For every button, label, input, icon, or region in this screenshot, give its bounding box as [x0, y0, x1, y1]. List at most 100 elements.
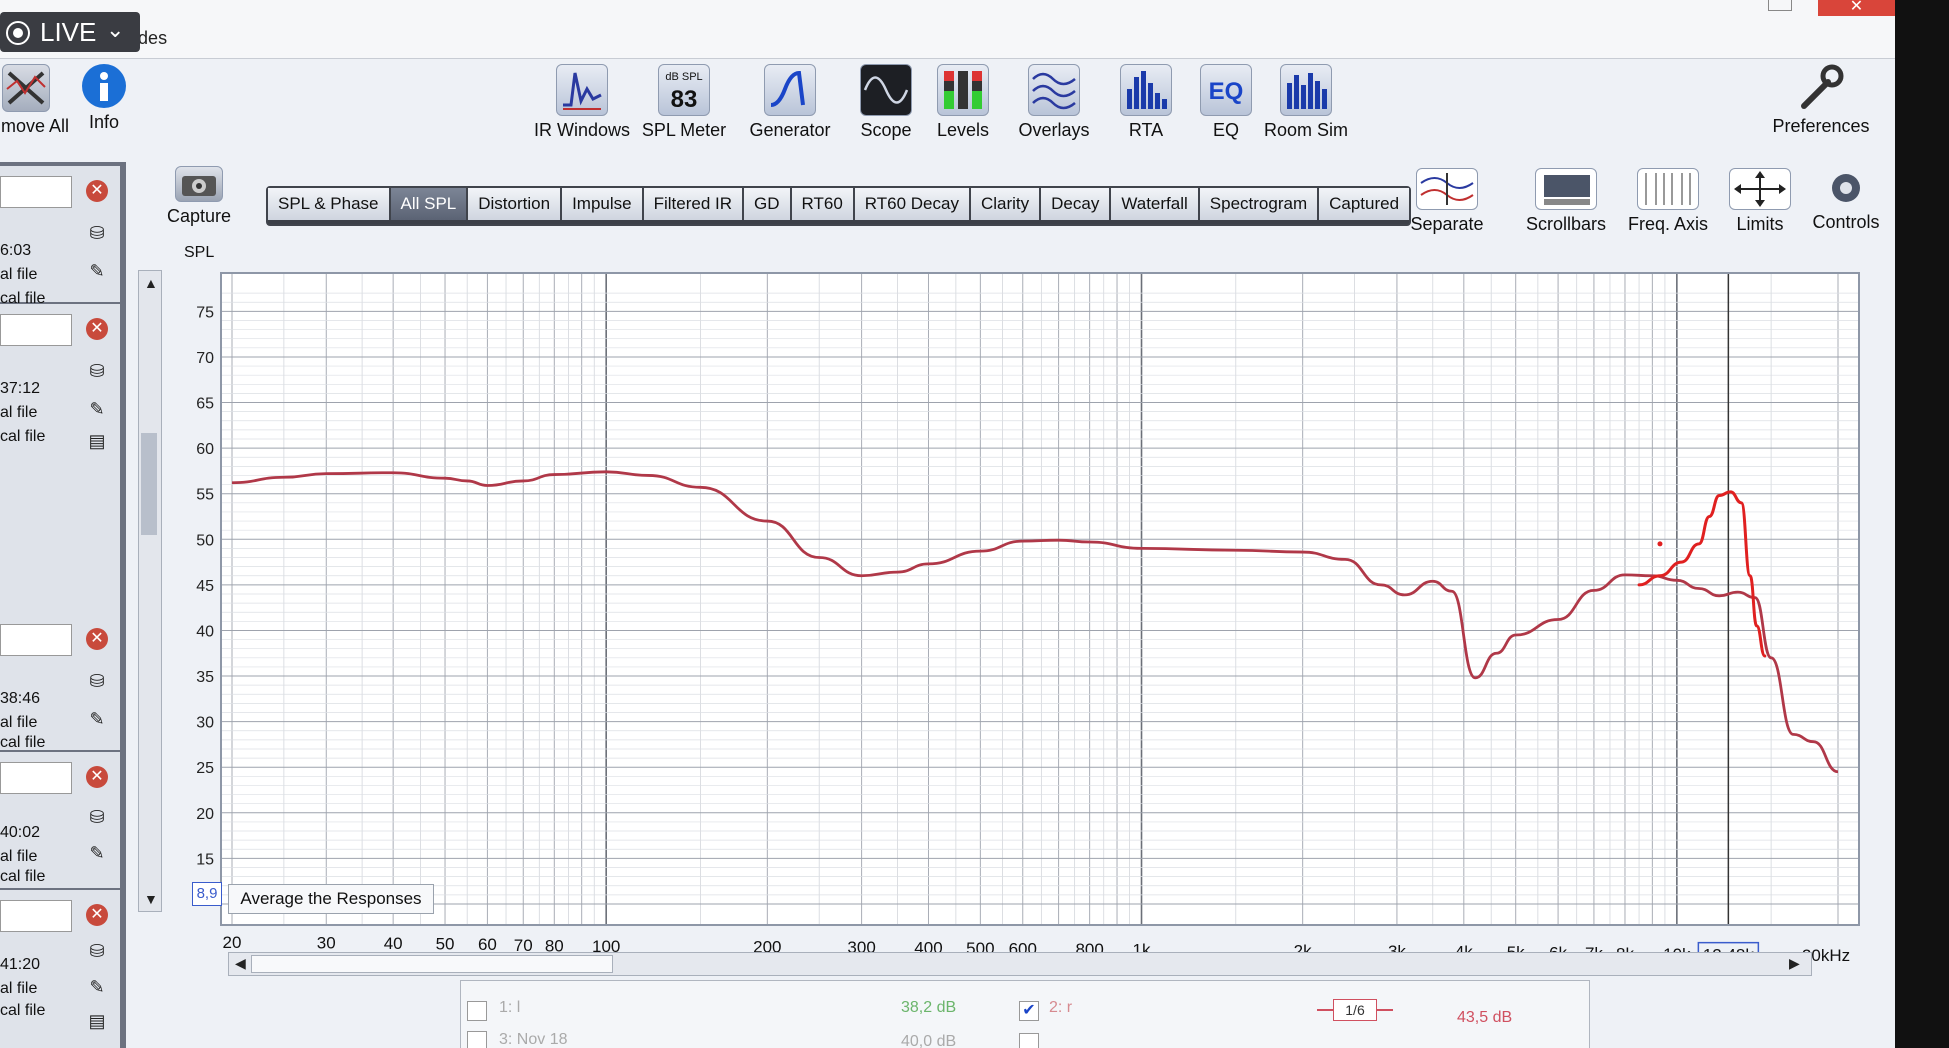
row2-name: 2: r [1049, 999, 1073, 1016]
spl-graph[interactable] [220, 272, 1860, 926]
measurement-time: 37:12 [0, 380, 41, 397]
y-tick-label: 15 [196, 851, 214, 868]
controls-button[interactable]: Controls [1806, 168, 1886, 233]
save-icon[interactable]: ⛁ [86, 808, 108, 826]
measurement-time: 6:03 [0, 242, 32, 259]
measurement-time: 40:02 [0, 824, 41, 841]
spl-meter-button[interactable]: dB SPL 83 SPL Meter [640, 64, 728, 141]
room-sim-label: Room Sim [1264, 120, 1349, 140]
freq-axis-label: Freq. Axis [1627, 214, 1709, 234]
pen-icon[interactable]: ✎ [86, 978, 108, 996]
measurement-name-field[interactable] [0, 176, 72, 208]
info-icon [82, 64, 126, 108]
measurement-item[interactable]: ✕ 38:46 al file cal file ⛁ ✎ [0, 614, 120, 752]
tab-captured[interactable]: Captured [1319, 188, 1410, 220]
remove-all-button[interactable]: move All [0, 64, 70, 137]
notes-icon[interactable]: ▤ [86, 432, 108, 450]
measurement-item[interactable]: ✕ 37:12 al file cal file ⛁ ✎ ▤ [0, 304, 120, 638]
save-icon[interactable]: ⛁ [86, 942, 108, 960]
rta-label: RTA [1128, 120, 1164, 140]
measurement-item[interactable]: ✕ 41:20 al file cal file ⛁ ✎ ▤ [0, 890, 120, 1048]
measurement-name-field[interactable] [0, 624, 72, 656]
freq-axis-button[interactable]: Freq. Axis [1622, 168, 1714, 235]
y-tick-label: 30 [196, 715, 214, 732]
separate-button[interactable]: Separate [1402, 168, 1492, 235]
measurement-name-field[interactable] [0, 900, 72, 932]
y-tick-label: 50 [196, 532, 214, 549]
chevron-down-icon: ⌄ [106, 17, 125, 42]
row1-checkbox[interactable] [467, 1001, 487, 1021]
row2-smoothing[interactable]: 1/6 [1333, 999, 1377, 1021]
tab-waterfall[interactable]: Waterfall [1111, 188, 1200, 220]
camera-icon [175, 166, 223, 202]
ir-windows-button[interactable]: IR Windows [530, 64, 634, 141]
scroll-left-icon[interactable]: ◀ [235, 955, 246, 972]
measurement-name-field[interactable] [0, 762, 72, 794]
tab-clarity[interactable]: Clarity [970, 188, 1042, 220]
preferences-label: Preferences [1772, 116, 1870, 136]
average-responses-button[interactable]: Average the Responses [228, 884, 434, 914]
remove-measurement-icon[interactable]: ✕ [86, 180, 108, 202]
capture-button[interactable]: Capture [164, 166, 234, 227]
pen-icon[interactable]: ✎ [86, 400, 108, 418]
row2-checkbox[interactable]: ✔ [1019, 1001, 1039, 1021]
tab-all-spl[interactable]: All SPL [390, 188, 469, 220]
close-button[interactable]: ✕ [1818, 0, 1895, 16]
smoothing-value[interactable]: 8,9 [192, 882, 222, 906]
tab-decay[interactable]: Decay [1041, 188, 1112, 220]
scroll-right-icon[interactable]: ▶ [1789, 955, 1800, 972]
limits-button[interactable]: Limits [1722, 168, 1798, 235]
generator-button[interactable]: Generator [744, 64, 836, 141]
scroll-down-icon[interactable]: ▼ [144, 891, 158, 907]
row3-checkbox[interactable] [467, 1031, 487, 1048]
measurement-time: 38:46 [0, 690, 41, 707]
levels-label: Levels [936, 120, 990, 140]
tab-spl-phase[interactable]: SPL & Phase [268, 188, 391, 220]
y-axis-label: SPL [184, 244, 215, 261]
tab-distortion[interactable]: Distortion [468, 188, 563, 220]
info-button[interactable]: Info [78, 64, 130, 133]
notes-icon[interactable]: ▤ [86, 1012, 108, 1030]
restore-button[interactable] [1768, 0, 1792, 11]
eq-button[interactable]: EQ EQ [1196, 64, 1256, 141]
save-icon[interactable]: ⛁ [86, 224, 108, 242]
tab-spectrogram[interactable]: Spectrogram [1199, 188, 1320, 220]
row4-checkbox[interactable] [1019, 1033, 1039, 1048]
horizontal-scroll-thumb[interactable] [251, 955, 613, 973]
overlays-button[interactable]: Overlays [1008, 64, 1100, 141]
remove-measurement-icon[interactable]: ✕ [86, 628, 108, 650]
gear-icon [1825, 168, 1867, 208]
vertical-scroll-thumb[interactable] [141, 433, 157, 535]
tab-rt60-decay[interactable]: RT60 Decay [854, 188, 971, 220]
rta-button[interactable]: RTA [1118, 64, 1174, 141]
live-badge[interactable]: LIVE ⌄ [0, 12, 140, 52]
spl-meter-label: SPL Meter [641, 120, 727, 140]
remove-measurement-icon[interactable]: ✕ [86, 766, 108, 788]
remove-measurement-icon[interactable]: ✕ [86, 318, 108, 340]
y-tick-label: 25 [196, 760, 214, 777]
scroll-up-icon[interactable]: ▲ [144, 275, 158, 291]
controls-label: Controls [1812, 212, 1880, 232]
tab-impulse[interactable]: Impulse [562, 188, 644, 220]
save-icon[interactable]: ⛁ [86, 362, 108, 380]
measurement-item[interactable]: ✕ 6:03 al file cal file ⛁ ✎ [0, 166, 120, 307]
tab-rt60[interactable]: RT60 [791, 188, 855, 220]
pen-icon[interactable]: ✎ [86, 710, 108, 728]
levels-button[interactable]: Levels [930, 64, 996, 141]
measurement-item[interactable]: ✕ 40:02 al file cal file ⛁ ✎ [0, 752, 120, 890]
scope-button[interactable]: Scope [852, 64, 920, 141]
graph-horizontal-scrollbar[interactable]: ◀ ▶ [228, 952, 1812, 976]
graph-vertical-scrollbar[interactable]: ▲ ▼ [138, 270, 162, 912]
save-icon[interactable]: ⛁ [86, 672, 108, 690]
measurement-cal-line2: cal file [0, 1002, 46, 1019]
preferences-button[interactable]: Preferences [1762, 62, 1880, 137]
overlays-label: Overlays [1018, 120, 1090, 140]
measurement-name-field[interactable] [0, 314, 72, 346]
tab-gd[interactable]: GD [744, 188, 792, 220]
tab-filtered-ir[interactable]: Filtered IR [643, 188, 745, 220]
pen-icon[interactable]: ✎ [86, 262, 108, 280]
remove-measurement-icon[interactable]: ✕ [86, 904, 108, 926]
room-sim-button[interactable]: Room Sim [1264, 64, 1348, 141]
scrollbars-button[interactable]: Scrollbars [1520, 168, 1612, 235]
pen-icon[interactable]: ✎ [86, 844, 108, 862]
